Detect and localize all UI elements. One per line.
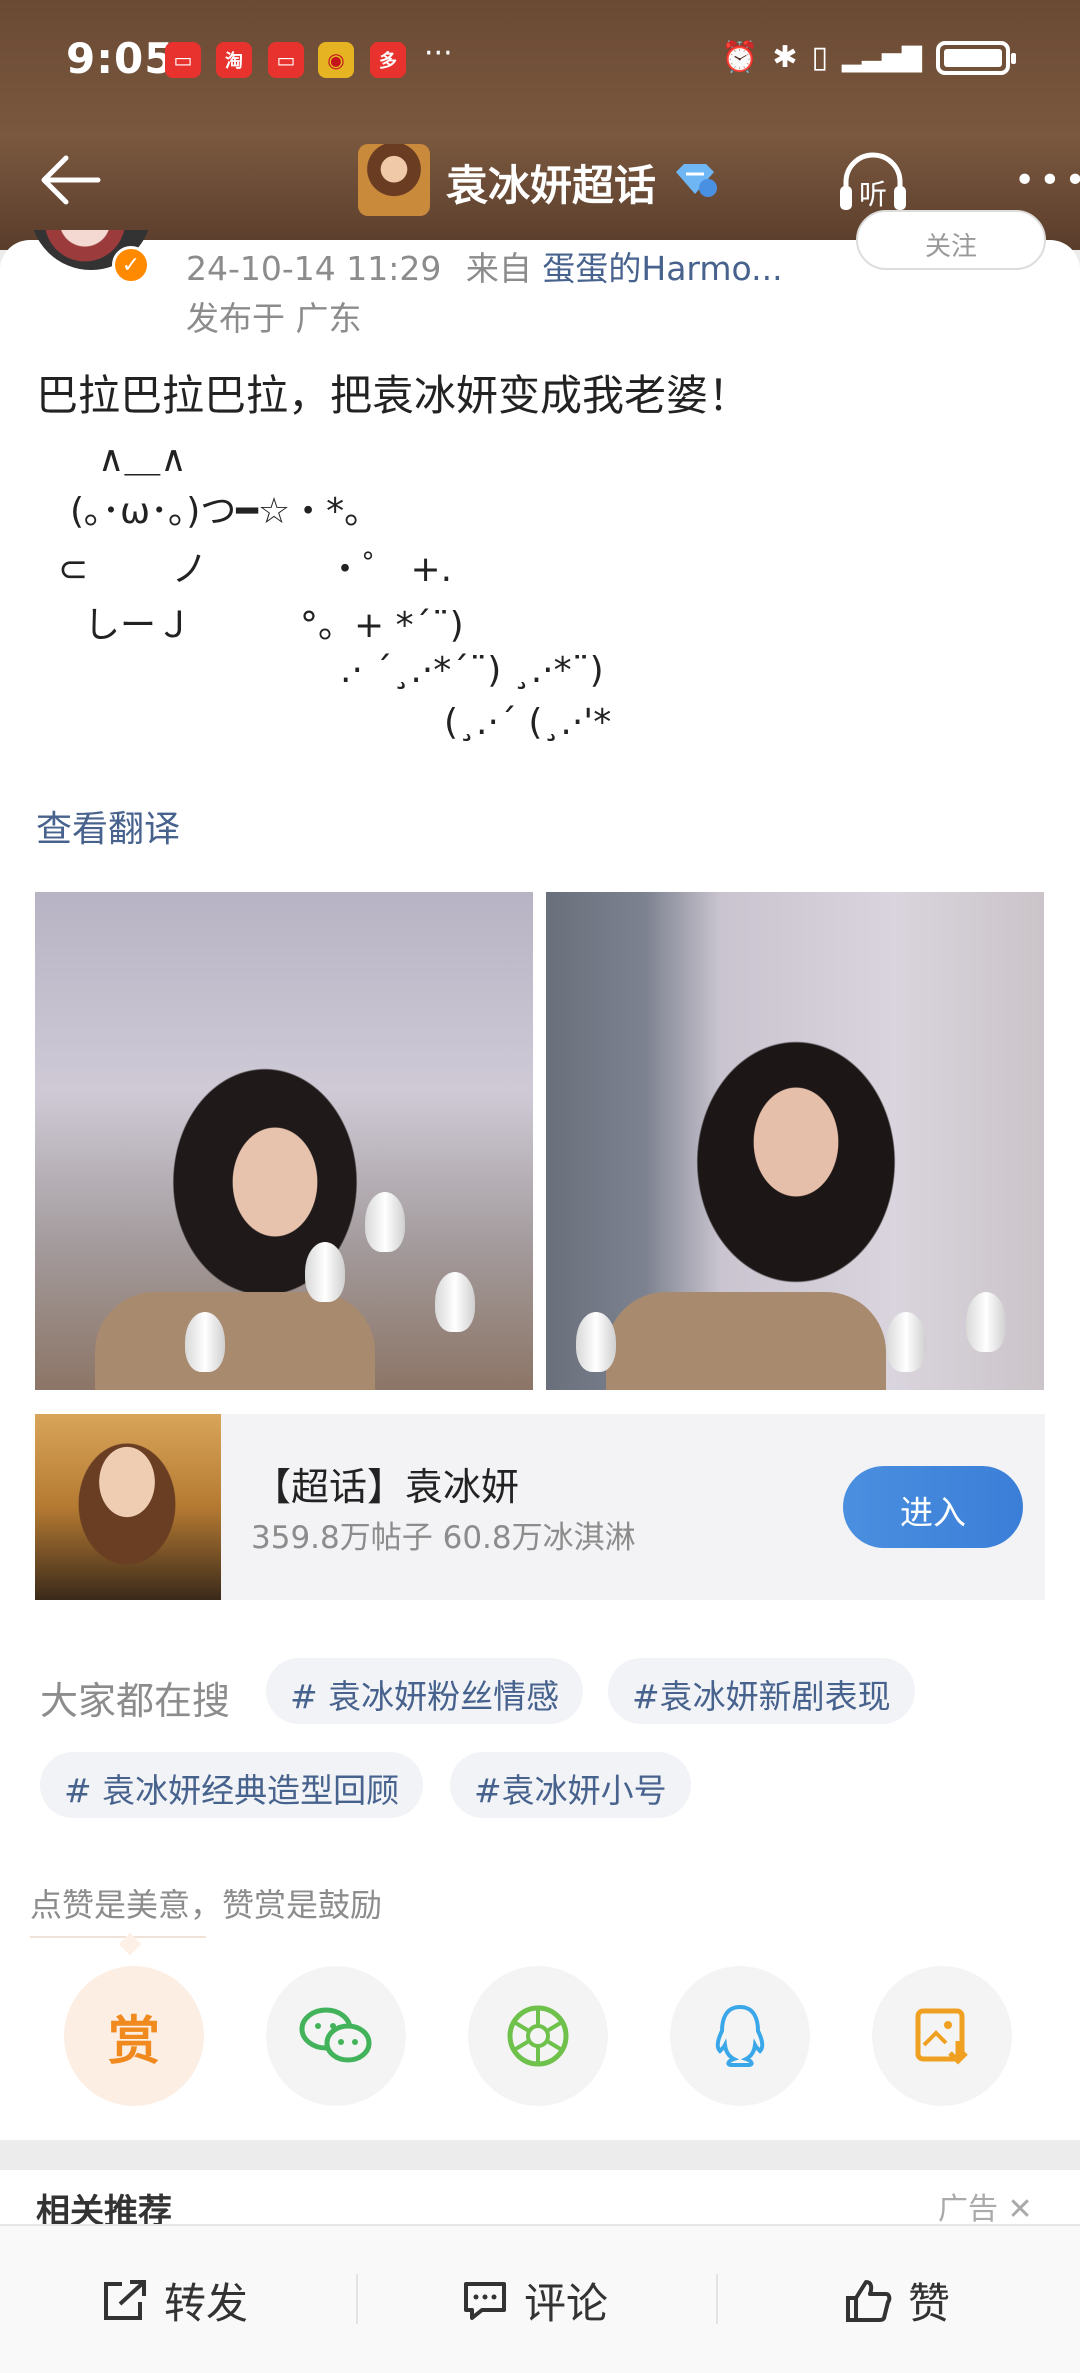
divider — [30, 1936, 206, 1938]
kaomoji-line: しーＪ °。+ *´¨) — [84, 605, 464, 646]
signal-icon: ▂▃▅▇ — [842, 42, 922, 73]
from-label: 来自 — [465, 249, 532, 288]
pinduoduo-icon: 多 — [370, 42, 406, 78]
more-options-icon[interactable]: ••• — [1014, 160, 1080, 201]
share-moments-button[interactable] — [468, 1966, 608, 2106]
wechat-icon — [299, 2007, 372, 2063]
weibo-icon: ◉ — [318, 42, 354, 78]
save-image-icon — [915, 2008, 968, 2065]
search-tag[interactable]: #袁冰妍新剧表现 — [608, 1658, 915, 1724]
listen-label: 听 — [859, 178, 887, 211]
share-wechat-button[interactable] — [266, 1966, 406, 2106]
battery-icon — [936, 40, 1016, 75]
post-source-link[interactable]: 蛋蛋的Harmo... — [542, 249, 782, 288]
post-location: 发布于 广东 — [186, 299, 362, 338]
kaomoji-line: (¸.·´ (¸.·'* — [444, 702, 612, 743]
praise-hint: 点赞是美意，赞赏是鼓励 — [30, 1886, 383, 1924]
thumbs-up-icon — [846, 2279, 892, 2322]
vibrate-icon: ▯ — [811, 40, 829, 75]
view-translation-link[interactable]: 查看翻译 — [36, 800, 180, 852]
repost-button[interactable]: 转发 — [100, 2270, 248, 2331]
qq-icon — [715, 2004, 765, 2067]
post-text: 巴拉巴拉巴拉，把袁冰妍变成我老婆！ — [36, 371, 751, 420]
supertopic-title: 【超话】袁冰妍 — [253, 1465, 520, 1509]
like-label: 赞 — [908, 2279, 951, 2328]
verified-badge-icon: ✓ — [112, 246, 150, 284]
page-title[interactable]: 袁冰妍超话 — [446, 152, 656, 213]
reward-button[interactable]: 赏 — [64, 1966, 204, 2106]
red-book-icon: ▭ — [268, 42, 304, 78]
section-gap — [0, 2140, 1080, 2170]
supertopic-card[interactable]: 【超话】袁冰妍 359.8万帖子 60.8万冰淇淋 进入 — [35, 1414, 1045, 1600]
search-tag[interactable]: # 袁冰妍粉丝情感 — [266, 1658, 584, 1724]
bluetooth-icon: ✱ — [772, 40, 798, 75]
repost-icon — [104, 2279, 146, 2320]
repost-label: 转发 — [164, 2279, 249, 2328]
reward-label: 赏 — [107, 2011, 160, 2072]
enter-button[interactable]: 进入 — [843, 1466, 1023, 1548]
moments-icon — [507, 2005, 569, 2067]
comment-button[interactable]: 评论 — [460, 2270, 608, 2331]
post-meta: 24-10-14 11:29 来自 蛋蛋的Harmo... — [186, 242, 783, 290]
search-tag[interactable]: #袁冰妍小号 — [450, 1752, 691, 1818]
like-button[interactable]: 赞 — [844, 2270, 950, 2331]
kaomoji-line: .· ´¸.·*´¨) ¸.·*¨) — [340, 650, 604, 691]
post-card: ✓ 关注 24-10-14 11:29 来自 蛋蛋的Harmo... 发布于 广… — [0, 210, 1080, 2140]
more-notifications-icon: ··· — [424, 36, 453, 71]
supertopic-avatar[interactable] — [358, 144, 430, 216]
follow-button[interactable]: 关注 — [856, 210, 1046, 270]
post-timestamp: 24-10-14 11:29 — [186, 249, 442, 288]
bottom-action-bar: 转发 评论 赞 — [0, 2224, 1080, 2373]
ad-text: 广告 — [938, 2192, 998, 2227]
post-photo-1[interactable] — [35, 892, 533, 1390]
system-icons: ⏰ ✱ ▯ ▂▃▅▇ — [721, 40, 1016, 75]
alarm-icon: ⏰ — [721, 40, 759, 75]
share-qq-button[interactable] — [670, 1966, 810, 2106]
close-icon[interactable]: ✕ — [1008, 2192, 1033, 2227]
search-tag[interactable]: # 袁冰妍经典造型回顾 — [40, 1752, 424, 1818]
status-bar: 9:05 ▭ 淘 ▭ ◉ 多 ··· ⏰ ✱ ▯ ▂▃▅▇ — [0, 0, 1080, 120]
listen-headphones-icon[interactable]: 听 — [836, 146, 910, 216]
divider — [716, 2274, 718, 2324]
kaomoji-line: ∧＿∧ — [98, 439, 187, 480]
comment-label: 评论 — [524, 2279, 609, 2328]
ad-label[interactable]: 广告 ✕ — [938, 2184, 1033, 2228]
kaomoji-art: ∧＿∧ (｡･ω･｡)つ━☆・*。 ⊂ ノ ・゜ +. しーＪ °。+ *´¨)… — [40, 430, 640, 770]
diamond-level-icon — [676, 164, 717, 197]
supertopic-stats: 359.8万帖子 60.8万冰淇淋 — [251, 1520, 636, 1556]
supertopic-image — [35, 1414, 221, 1600]
trending-search-label: 大家都在搜 — [40, 1679, 231, 1723]
kaomoji-line: ⊂ ノ ・゜ +. — [58, 549, 453, 590]
kaomoji-line: (｡･ω･｡)つ━☆・*。 — [70, 491, 381, 532]
status-time: 9:05 — [66, 34, 175, 83]
save-image-button[interactable] — [872, 1966, 1012, 2106]
related-section: 相关推荐 广告 ✕ — [0, 2170, 1080, 2230]
comment-icon — [464, 2281, 506, 2320]
back-arrow-icon[interactable] — [38, 148, 108, 212]
post-photo-2[interactable] — [546, 892, 1044, 1390]
red-book-icon: ▭ — [165, 42, 201, 78]
divider — [356, 2274, 358, 2324]
taobao-icon: 淘 — [216, 42, 252, 78]
